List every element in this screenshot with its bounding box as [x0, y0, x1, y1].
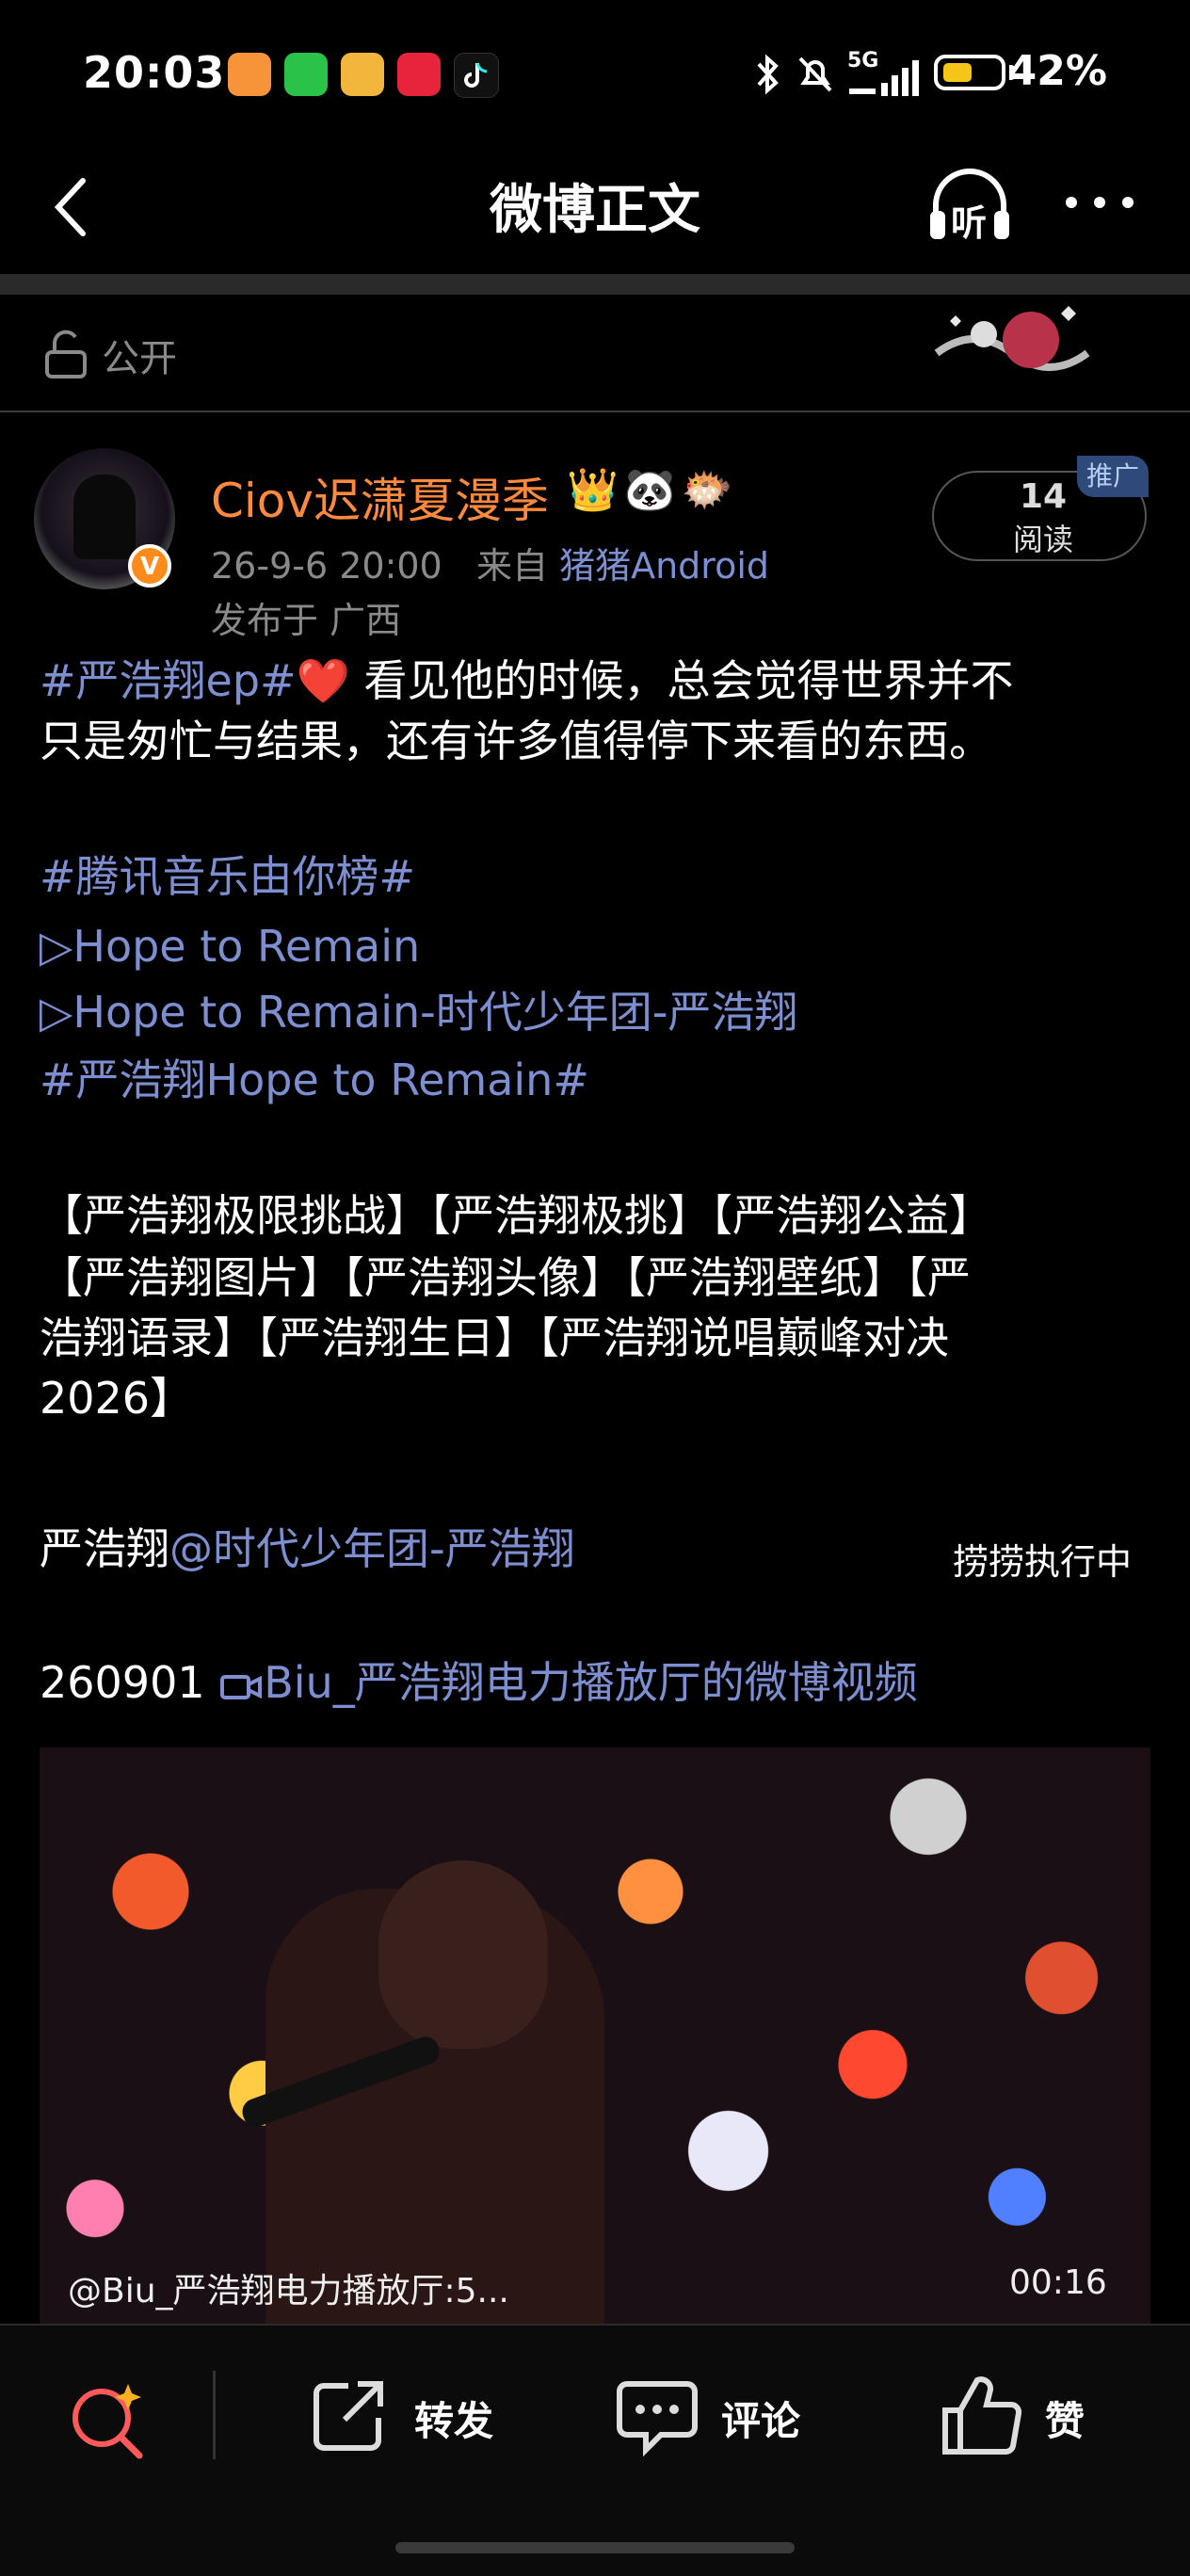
post-text-line: #腾讯音乐由你榜# [40, 844, 415, 910]
comment-icon [617, 2381, 698, 2457]
comment-button[interactable]: 评论 [614, 2371, 821, 2461]
search-icon[interactable] [66, 2376, 151, 2461]
signal-icon [849, 60, 919, 96]
video-camera-icon [220, 1674, 263, 1699]
from-prefix: 来自 [475, 545, 548, 587]
listen-label: 听 [951, 202, 988, 244]
post-text: 只是匆忙与结果，还有许多值得停下来看的东西。 [40, 716, 992, 766]
post-location: 发布于 广西 [211, 600, 402, 641]
author-name[interactable]: Ciov迟潇夏漫季 [211, 463, 549, 531]
post-text-line: 浩翔语录】【严浩翔生日】【严浩翔说唱巅峰对决 [40, 1305, 949, 1371]
post-time: 26-9-6 20:00 [211, 545, 442, 587]
like-button[interactable]: 赞 [940, 2371, 1109, 2461]
post-source[interactable]: 猪猪Android [559, 545, 769, 587]
thumbs-up-icon [942, 2376, 1022, 2455]
post-text-line: 只是匆忙与结果，还有许多值得停下来看的东西。 [40, 708, 992, 774]
mute-bell-icon [798, 56, 832, 92]
post-text: 【严浩翔图片】【严浩翔头像】【严浩翔壁纸】【严 [40, 1252, 971, 1303]
section-divider [0, 411, 1190, 412]
status-time: 20:03 [83, 47, 226, 98]
bottom-separator [213, 2371, 216, 2459]
post-text-line: 严浩翔@时代少年团-严浩翔 [40, 1516, 575, 1582]
post-text-line: 【严浩翔极限挑战】【严浩翔极挑】【严浩翔公益】 [40, 1183, 992, 1248]
post-link[interactable]: #严浩翔ep# [40, 655, 297, 706]
post-text-line: #严浩翔ep#❤️ 看见他的时候，总会觉得世界并不 [40, 648, 1014, 714]
verified-badge: V [128, 544, 171, 588]
ad-tag: 推广 [1077, 456, 1149, 497]
repost-label: 转发 [414, 2398, 494, 2444]
executing-label: 捞捞执行中 [953, 1541, 1133, 1583]
decorative-sticker-icon [934, 306, 1090, 371]
post-text-line: ▷Hope to Remain [40, 913, 420, 979]
post-text: 严浩翔 [40, 1523, 169, 1574]
post-text: 【严浩翔极限挑战】【严浩翔极挑】【严浩翔公益】 [40, 1190, 992, 1241]
listen-button[interactable]: 听 [925, 162, 1015, 247]
tiktok-icon [454, 53, 499, 98]
post-text: 浩翔语录】【严浩翔生日】【严浩翔说唱巅峰对决 [40, 1312, 949, 1363]
author-badges: 👑🐼🐡 [567, 466, 739, 514]
video-caption: @Biu_严浩翔电力播放厅:5... [68, 2272, 509, 2310]
comment-label: 评论 [721, 2398, 801, 2444]
post-link[interactable]: #严浩翔Hope to Remain# [40, 1055, 589, 1105]
post-text: 2026】 [40, 1373, 194, 1424]
battery-icon [934, 55, 1005, 90]
header-divider [0, 274, 1190, 295]
bluetooth-icon [757, 54, 779, 95]
unlock-icon [45, 330, 87, 378]
repost-icon [314, 2381, 383, 2451]
reads-label: 阅读 [1012, 522, 1073, 557]
post-text-line: ▷Hope to Remain-时代少年团-严浩翔 [40, 979, 797, 1045]
post-text-line: 【严浩翔图片】【严浩翔头像】【严浩翔壁纸】【严 [40, 1245, 971, 1311]
like-label: 赞 [1045, 2398, 1085, 2444]
wechat-icon [284, 53, 328, 96]
battery-percent: 42% [1007, 47, 1107, 95]
post-link[interactable]: #腾讯音乐由你榜# [40, 851, 415, 902]
post-text-line: #严浩翔Hope to Remain# [40, 1047, 589, 1113]
home-indicator [395, 2542, 795, 2553]
post-link[interactable]: ▷Hope to Remain-时代少年团-严浩翔 [40, 987, 797, 1038]
post-link[interactable]: ▷Hope to Remain [40, 921, 420, 972]
post-text: ❤️ 看见他的时候，总会觉得世界并不 [296, 655, 1014, 706]
post-link[interactable]: Biu_严浩翔电力播放厅的微博视频 [264, 1657, 918, 1708]
post-text: 260901 [40, 1657, 219, 1708]
repost-button[interactable]: 转发 [307, 2371, 514, 2461]
visibility-label: 公开 [102, 337, 177, 380]
video-duration: 00:16 [1009, 2263, 1107, 2302]
post-link[interactable]: @时代少年团-严浩翔 [169, 1523, 575, 1574]
weather-icon [341, 53, 384, 96]
video-player[interactable]: @Biu_严浩翔电力播放厅:5... 00:16 [40, 1747, 1150, 2324]
post-text-line: 2026】 [40, 1365, 193, 1431]
post-meta: 26-9-6 20:00 来自 猪猪Android [211, 537, 769, 588]
more-options-icon[interactable] [1062, 193, 1137, 212]
app-notification-icon [228, 53, 271, 96]
reads-count: 14 [1019, 477, 1068, 516]
post-text-line: 260901 Biu_严浩翔电力播放厅的微博视频 [40, 1650, 918, 1715]
xiaohongshu-icon [397, 53, 441, 96]
